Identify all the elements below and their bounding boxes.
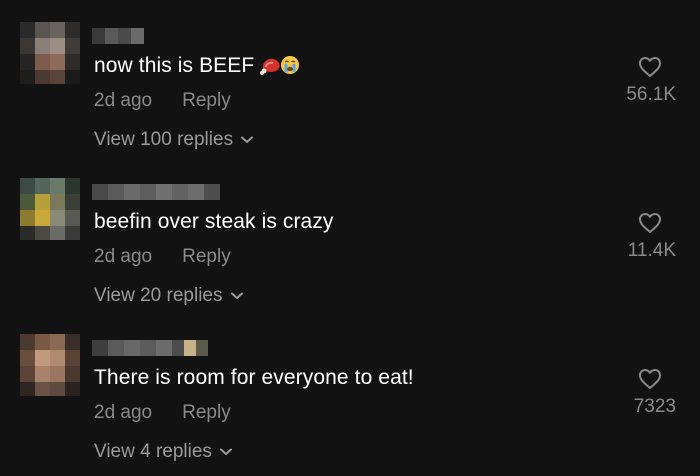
avatar[interactable] xyxy=(20,22,80,84)
comment-item: There is room for everyone to eat! 2d ag… xyxy=(0,326,700,476)
avatar[interactable] xyxy=(20,178,80,240)
crying-face-emoji-icon xyxy=(280,55,300,81)
heart-outline-icon[interactable] xyxy=(638,368,662,390)
like-count: 11.4K xyxy=(627,240,676,261)
view-replies-label: View 100 replies xyxy=(94,129,234,150)
heart-outline-icon[interactable] xyxy=(638,56,662,78)
like-count: 56.1K xyxy=(626,84,676,105)
comment-text-content: now this is BEEF xyxy=(94,54,255,77)
comment-text-content: There is room for everyone to eat! xyxy=(94,366,414,389)
view-replies-label: View 4 replies xyxy=(94,441,212,462)
username-blurred[interactable] xyxy=(92,184,220,200)
meat-emoji-icon xyxy=(260,55,282,81)
view-replies-button[interactable]: View 20 replies xyxy=(94,284,243,307)
comment-text: beefin over steak is crazy xyxy=(94,210,334,234)
comment-text: There is room for everyone to eat! xyxy=(94,366,414,390)
like-count: 7323 xyxy=(633,396,676,417)
comment-item: beefin over steak is crazy 2d ago Reply V… xyxy=(0,170,700,320)
like-button[interactable]: 11.4K xyxy=(596,212,676,262)
comment-item: now this is BEEF 2d ago Reply View 100 re… xyxy=(0,14,700,164)
reply-button[interactable]: Reply xyxy=(182,402,231,423)
reply-button[interactable]: Reply xyxy=(182,90,231,111)
chevron-down-icon xyxy=(230,284,243,306)
comment-text: now this is BEEF xyxy=(94,54,300,81)
username-blurred[interactable] xyxy=(92,340,208,356)
comment-timestamp: 2d ago xyxy=(94,246,153,267)
username-blurred[interactable] xyxy=(92,28,144,44)
comment-meta: 2d ago Reply xyxy=(94,90,231,112)
like-button[interactable]: 56.1K xyxy=(596,56,676,106)
comment-text-content: beefin over steak is crazy xyxy=(94,210,334,233)
like-button[interactable]: 7323 xyxy=(596,368,676,418)
view-replies-label: View 20 replies xyxy=(94,285,223,306)
reply-button[interactable]: Reply xyxy=(182,246,231,267)
comment-meta: 2d ago Reply xyxy=(94,402,231,424)
comment-timestamp: 2d ago xyxy=(94,90,153,111)
chevron-down-icon xyxy=(241,128,254,150)
view-replies-button[interactable]: View 4 replies xyxy=(94,440,232,463)
avatar[interactable] xyxy=(20,334,80,396)
comment-timestamp: 2d ago xyxy=(94,402,153,423)
heart-outline-icon[interactable] xyxy=(638,212,662,234)
chevron-down-icon xyxy=(219,440,232,462)
comment-meta: 2d ago Reply xyxy=(94,246,231,268)
view-replies-button[interactable]: View 100 replies xyxy=(94,128,254,151)
